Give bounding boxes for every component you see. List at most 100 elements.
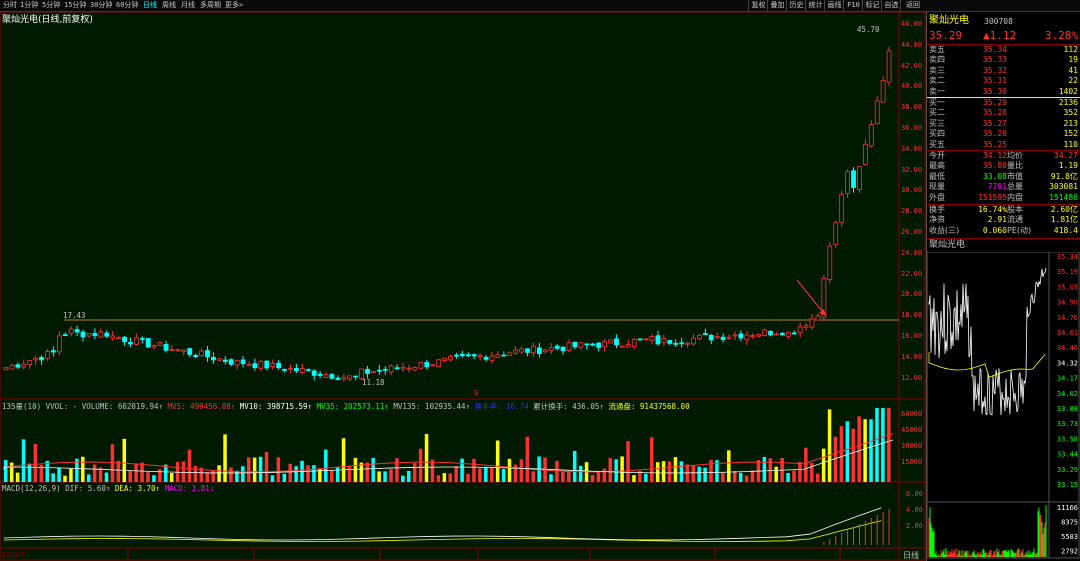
period-tab-5min[interactable]: 5分钟 bbox=[42, 0, 60, 11]
intraday-axis-tick: 34.32 bbox=[1057, 359, 1078, 367]
intraday-title: 聚灿光电 bbox=[929, 240, 966, 250]
tool-huaxian[interactable]: 画线 bbox=[824, 0, 844, 11]
tool-fanhui[interactable]: 返回 bbox=[900, 0, 925, 11]
volume-bar bbox=[288, 463, 292, 482]
period-tab-15min[interactable]: 15分钟 bbox=[64, 0, 86, 11]
period-tab-60min[interactable]: 60分钟 bbox=[116, 0, 138, 11]
kline-body bbox=[187, 348, 193, 355]
volume-bar bbox=[282, 473, 287, 482]
period-tab-1min[interactable]: 1分钟 bbox=[20, 0, 38, 11]
price-axis-tick: 20.00 bbox=[901, 290, 923, 299]
stat-row: 今开 34.12 均价 34.27 bbox=[927, 151, 1080, 162]
period-tab-fenshi[interactable]: 分时 bbox=[3, 0, 17, 11]
tool-fuquan[interactable]: 复权 bbox=[748, 0, 768, 11]
kline-body bbox=[501, 354, 507, 357]
kline-chart-area[interactable] bbox=[0, 12, 926, 561]
ask-row: 卖一 35.30 1402 bbox=[927, 87, 1080, 98]
kline-body bbox=[80, 331, 86, 338]
volume-bar bbox=[424, 434, 429, 482]
kline-body bbox=[104, 332, 110, 337]
ask-label: 卖三 bbox=[929, 65, 945, 75]
kline-body bbox=[566, 342, 572, 351]
kline-body bbox=[661, 337, 667, 343]
kline-body bbox=[649, 336, 655, 342]
kline-body bbox=[288, 367, 293, 370]
kline-body bbox=[222, 359, 228, 362]
bid-price: 35.26 bbox=[982, 129, 1007, 139]
kline-body bbox=[525, 348, 530, 353]
kline-body bbox=[371, 371, 376, 374]
stat-row: 外盘 151595 内盘 151486 bbox=[927, 193, 1080, 204]
intraday-chart[interactable]: 35.34 35.19 35.05 34.90 34.76 34.61 34.46 34.32… bbox=[927, 252, 1080, 559]
kline-body bbox=[211, 356, 216, 361]
volume-bar bbox=[341, 438, 346, 482]
intraday-volume-axis-tick: 2792 bbox=[1061, 548, 1078, 556]
tool-lishi[interactable]: 历史 bbox=[786, 0, 806, 11]
tool-diejia[interactable]: 叠加 bbox=[767, 0, 787, 11]
kline-body bbox=[596, 342, 602, 348]
period-tab-monthly[interactable]: 月线 bbox=[181, 0, 195, 11]
kline-body bbox=[122, 336, 127, 343]
kline-body bbox=[827, 245, 833, 280]
tool-zixuan[interactable]: 自选 bbox=[881, 0, 901, 11]
volume-bar bbox=[727, 450, 731, 482]
volume-axis-tick: 45000 bbox=[901, 426, 923, 434]
macd-header-dea: DEA: 3.70↑ bbox=[114, 484, 161, 493]
price-axis-tick: 32.00 bbox=[901, 165, 923, 174]
vol-header-mv5: MV5: 499456.88↑ bbox=[167, 402, 236, 411]
kline-body bbox=[240, 359, 246, 365]
volume-bar bbox=[294, 466, 298, 482]
volume-bar bbox=[146, 472, 150, 482]
kline-body bbox=[845, 171, 850, 194]
ask-price: 35.31 bbox=[982, 76, 1007, 86]
bid-label: 买二 bbox=[929, 108, 945, 118]
volume-bar bbox=[246, 457, 251, 482]
period-tab-daily[interactable]: 日线 bbox=[143, 0, 157, 11]
volume-bar bbox=[489, 467, 494, 482]
tool-f10[interactable]: F10 bbox=[843, 0, 863, 11]
volume-bar bbox=[466, 473, 470, 482]
kline-body bbox=[679, 342, 685, 345]
period-tab-multi[interactable]: 多周期 bbox=[200, 0, 221, 11]
kline-body bbox=[602, 340, 607, 348]
period-tab-30min[interactable]: 30分钟 bbox=[90, 0, 112, 11]
annotation-high-price: 45.70 bbox=[857, 25, 880, 34]
volume-bar bbox=[169, 473, 174, 482]
volume-bar bbox=[679, 461, 684, 482]
ask-label: 卖五 bbox=[929, 45, 945, 54]
volume-bar bbox=[229, 467, 233, 482]
price-axis-tick: 22.00 bbox=[901, 269, 923, 278]
volume-bar bbox=[122, 438, 127, 482]
intraday-axis-tick: 33.58 bbox=[1057, 435, 1078, 443]
kline-body bbox=[323, 374, 329, 378]
period-tab-weekly[interactable]: 周线 bbox=[162, 0, 176, 11]
tool-tongji[interactable]: 统计 bbox=[805, 0, 825, 11]
kline-body bbox=[851, 170, 856, 188]
kline-body bbox=[365, 368, 370, 374]
volume-bar bbox=[549, 474, 553, 482]
quote-stock-name: 聚灿光电 bbox=[929, 15, 969, 26]
kline-body bbox=[181, 349, 187, 353]
intraday-axis-tick: 35.34 bbox=[1057, 253, 1078, 261]
kline-body bbox=[400, 367, 406, 370]
kline-body bbox=[98, 331, 104, 338]
price-axis-tick: 16.00 bbox=[901, 332, 923, 340]
kline-body bbox=[584, 343, 590, 346]
kline-body bbox=[619, 345, 625, 348]
volume-bar bbox=[572, 450, 577, 482]
tool-biaoji[interactable]: 标记 bbox=[862, 0, 882, 11]
kline-body bbox=[750, 335, 756, 338]
volume-bar bbox=[371, 457, 375, 482]
stat-value: 2.60亿 bbox=[1050, 205, 1078, 214]
price-axis-tick: 28.00 bbox=[901, 207, 923, 216]
kline-body bbox=[418, 362, 424, 369]
period-tab-more[interactable]: 更多> bbox=[225, 0, 243, 11]
volume-bar bbox=[644, 473, 648, 482]
macd-indicator-header: MACD(12,26,9) DIF: 5.60↑ DEA: 3.70↑ MACD… bbox=[2, 484, 214, 493]
stat-row: 最高 35.80 量比 1.19 bbox=[927, 161, 1080, 172]
volume-bar bbox=[4, 460, 8, 482]
volume-bar bbox=[472, 458, 476, 482]
volume-bar bbox=[164, 464, 168, 482]
intraday-axis-tick: 34.17 bbox=[1057, 375, 1078, 383]
volume-bar bbox=[270, 475, 275, 482]
